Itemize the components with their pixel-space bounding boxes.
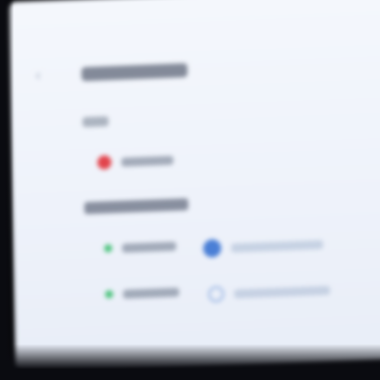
list-item-label bbox=[121, 155, 174, 167]
background-bottom bbox=[0, 344, 380, 380]
list-item[interactable] bbox=[102, 282, 180, 305]
status-dot-icon bbox=[97, 155, 112, 170]
list-item-label bbox=[234, 285, 331, 299]
list-item-label bbox=[123, 287, 180, 299]
status-dot-icon bbox=[104, 244, 113, 253]
list-item-label bbox=[231, 239, 324, 253]
status-dot-icon bbox=[105, 290, 114, 299]
list-item[interactable] bbox=[97, 150, 174, 173]
list-item-label bbox=[122, 241, 177, 253]
radio-icon[interactable] bbox=[207, 285, 225, 303]
device-screen: ‹ bbox=[8, 0, 380, 374]
page-title bbox=[81, 63, 188, 82]
background-edge bbox=[0, 0, 14, 380]
section-label bbox=[82, 116, 109, 128]
section-heading bbox=[84, 198, 189, 215]
toggle-icon[interactable] bbox=[202, 238, 222, 258]
list-item[interactable] bbox=[202, 234, 324, 259]
chevron-left-icon[interactable]: ‹ bbox=[35, 67, 45, 84]
list-item[interactable] bbox=[207, 280, 331, 305]
list-item[interactable] bbox=[101, 236, 177, 259]
